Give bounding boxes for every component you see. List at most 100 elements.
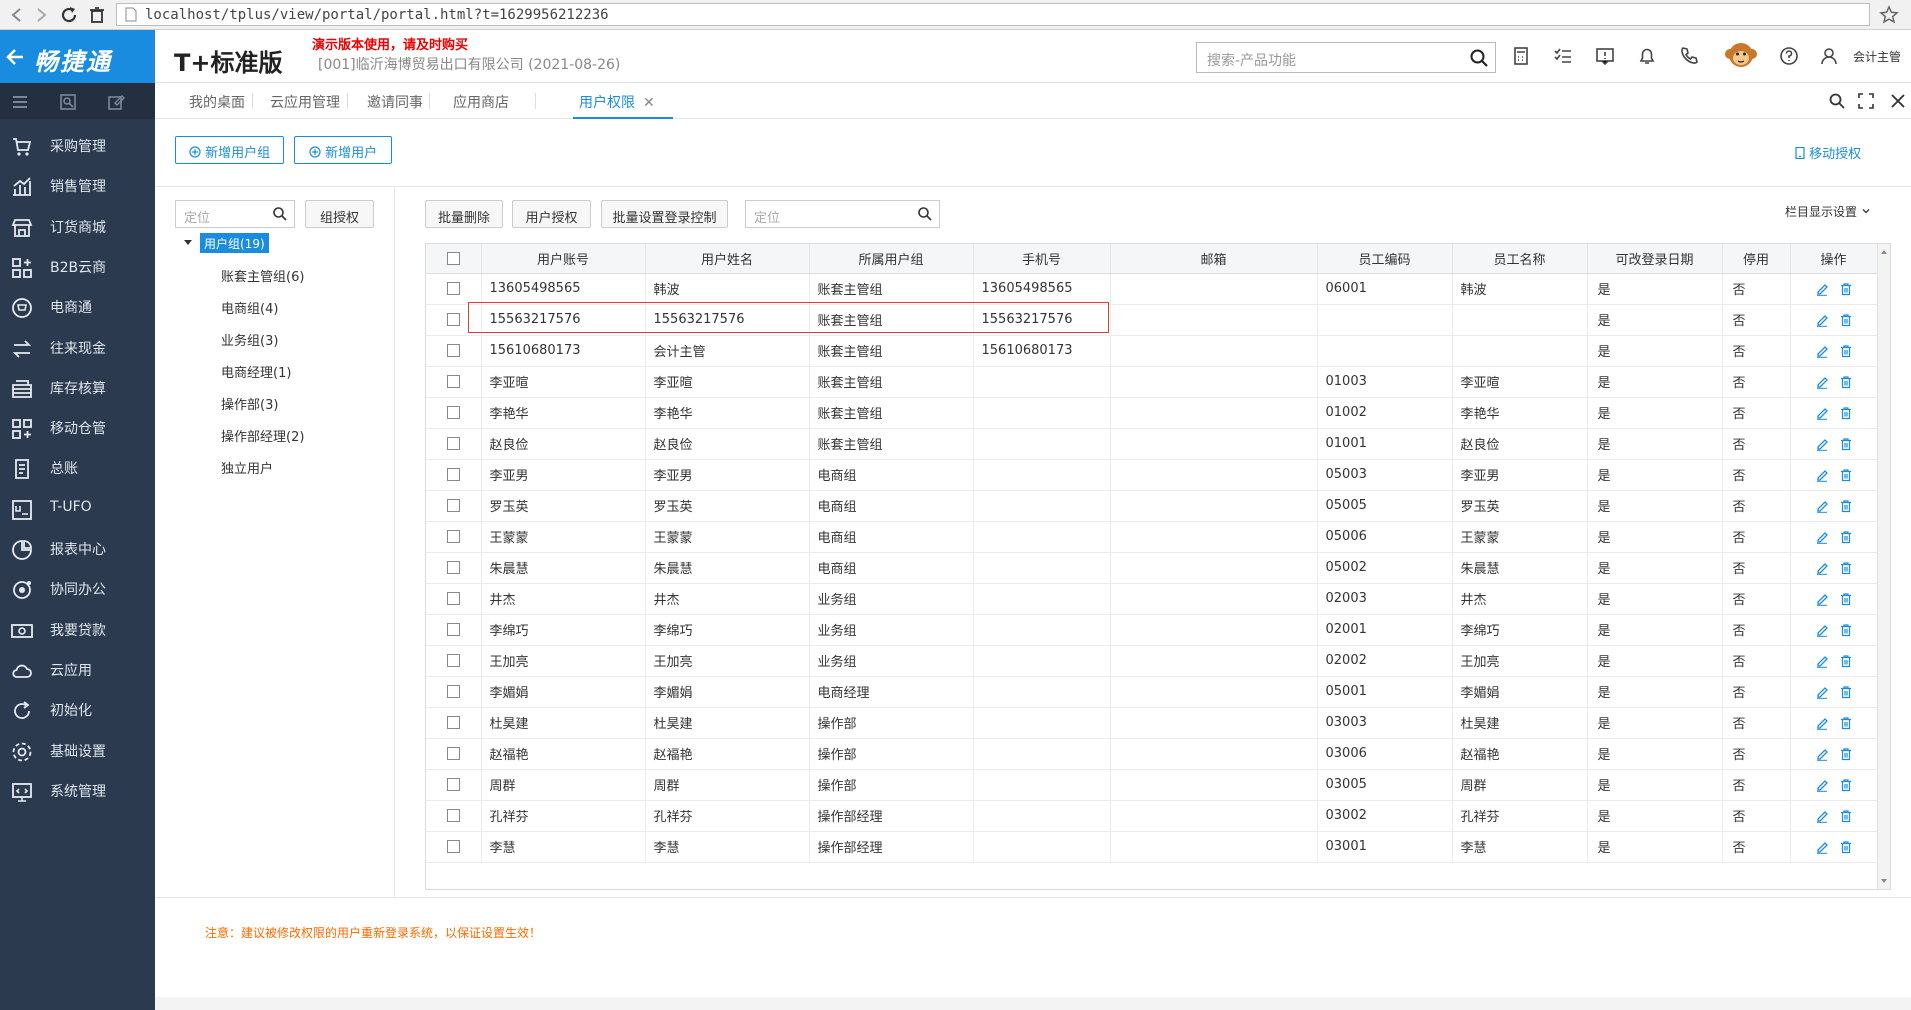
tree-node[interactable]: 独立用户 — [221, 458, 273, 477]
edit-icon[interactable] — [1815, 313, 1829, 327]
edit-icon[interactable] — [1815, 344, 1829, 358]
row-checkbox[interactable] — [446, 313, 460, 326]
sidebar-item[interactable]: B2B云商 — [0, 246, 155, 286]
search-icon[interactable] — [1469, 48, 1489, 68]
select-all-checkbox[interactable] — [446, 251, 460, 265]
search-icon[interactable] — [1828, 92, 1846, 110]
edit-icon[interactable] — [1815, 468, 1829, 482]
sidebar-item[interactable]: 订货商城 — [0, 206, 155, 246]
trash-icon[interactable] — [86, 4, 108, 26]
table-search-input[interactable]: 定位 — [745, 200, 940, 228]
scroll-up-icon[interactable] — [1880, 248, 1888, 256]
row-checkbox[interactable] — [446, 623, 460, 636]
row-checkbox[interactable] — [446, 654, 460, 667]
tree-node[interactable]: 账套主管组(6) — [221, 266, 304, 285]
tab-invite[interactable]: 邀请同事 — [367, 83, 423, 119]
monkey-avatar-icon[interactable] — [1724, 39, 1758, 73]
sidebar-item[interactable]: 系统管理 — [0, 770, 155, 810]
back-arrow-icon[interactable] — [6, 4, 28, 26]
forward-arrow-icon[interactable] — [30, 4, 52, 26]
row-checkbox[interactable] — [446, 344, 460, 357]
column-header[interactable]: 用户账号 — [481, 244, 646, 274]
row-checkbox[interactable] — [446, 561, 460, 574]
group-auth-button[interactable]: 组授权 — [305, 200, 374, 228]
column-header[interactable]: 员工编码 — [1317, 244, 1453, 274]
edit-icon[interactable] — [1815, 282, 1829, 296]
sidebar-item[interactable]: 采购管理 — [0, 125, 155, 165]
calculator-icon[interactable] — [1510, 45, 1532, 67]
table-row[interactable]: 李亚暄 李亚暄 账套主管组 01003 李亚暄是否 — [426, 366, 1878, 398]
delete-icon[interactable] — [1839, 313, 1853, 327]
delete-icon[interactable] — [1839, 747, 1853, 761]
tab-user-permissions[interactable]: 用户权限 ✕ — [573, 83, 673, 119]
column-settings-button[interactable]: 栏目显示设置 — [1785, 203, 1871, 220]
edit-icon[interactable] — [1815, 592, 1829, 606]
table-row[interactable]: 李绵巧 李绵巧 业务组 02001 李绵巧是否 — [426, 614, 1878, 646]
edit-icon[interactable] — [1815, 778, 1829, 792]
add-user-button[interactable]: 新增用户 — [294, 136, 392, 164]
table-row[interactable]: 13605498565 韩波 账套主管组 13605498565 06001 韩波是否 — [426, 273, 1878, 305]
delete-icon[interactable] — [1839, 623, 1853, 637]
tree-search-input[interactable]: 定位 — [175, 200, 295, 228]
tree-node[interactable]: 电商组(4) — [221, 298, 278, 317]
edit-menu-icon[interactable] — [106, 92, 126, 112]
row-checkbox[interactable] — [446, 778, 460, 791]
add-user-group-button[interactable]: 新增用户组 — [175, 136, 284, 164]
sidebar-item[interactable]: 初始化 — [0, 689, 155, 729]
table-row[interactable]: 井杰 井杰 业务组 02003 井杰是否 — [426, 583, 1878, 615]
sidebar-item[interactable]: 往来现金 — [0, 327, 155, 367]
delete-icon[interactable] — [1839, 654, 1853, 668]
row-checkbox[interactable] — [446, 716, 460, 729]
batch-login-control-button[interactable]: 批量设置登录控制 — [601, 200, 728, 228]
sidebar-item[interactable]: 基础设置 — [0, 730, 155, 770]
message-icon[interactable] — [1594, 45, 1616, 67]
address-bar[interactable]: localhost/tplus/view/portal/portal.html?… — [116, 3, 1870, 26]
batch-delete-button[interactable]: 批量删除 — [425, 200, 503, 228]
row-checkbox[interactable] — [446, 840, 460, 853]
scroll-down-icon[interactable] — [1880, 877, 1888, 885]
user-icon[interactable] — [1818, 45, 1840, 67]
edit-icon[interactable] — [1815, 375, 1829, 389]
delete-icon[interactable] — [1839, 592, 1853, 606]
search-menu-icon[interactable] — [58, 92, 78, 112]
tree-node[interactable]: 业务组(3) — [221, 330, 278, 349]
tree-root-node[interactable]: 用户组(19) — [200, 233, 269, 253]
edit-icon[interactable] — [1815, 623, 1829, 637]
bell-icon[interactable] — [1636, 45, 1658, 67]
sidebar-item[interactable]: 移动仓管 — [0, 407, 155, 447]
table-row[interactable]: 孔祥芬 孔祥芬 操作部经理 03002 孔祥芬是否 — [426, 800, 1878, 832]
delete-icon[interactable] — [1839, 809, 1853, 823]
table-row[interactable]: 李慧 李慧 操作部经理 03001 李慧是否 — [426, 831, 1878, 863]
sidebar-item[interactable]: 我要贷款 — [0, 609, 155, 649]
column-header[interactable]: 员工名称 — [1452, 244, 1588, 274]
row-checkbox[interactable] — [446, 282, 460, 295]
table-row[interactable]: 杜昊建 杜昊建 操作部 03003 杜昊建是否 — [426, 707, 1878, 739]
tree-node[interactable]: 操作部经理(2) — [221, 426, 304, 445]
edit-icon[interactable] — [1815, 809, 1829, 823]
mobile-auth-link[interactable]: 移动授权 — [1795, 143, 1861, 162]
delete-icon[interactable] — [1839, 282, 1853, 296]
delete-icon[interactable] — [1839, 530, 1853, 544]
delete-icon[interactable] — [1839, 468, 1853, 482]
row-checkbox[interactable] — [446, 592, 460, 605]
edit-icon[interactable] — [1815, 685, 1829, 699]
back-arrow-icon[interactable] — [4, 46, 26, 68]
delete-icon[interactable] — [1839, 716, 1853, 730]
product-search-input[interactable]: 搜索-产品功能 — [1196, 42, 1496, 73]
sidebar-item[interactable]: 库存核算 — [0, 367, 155, 407]
row-checkbox[interactable] — [446, 437, 460, 450]
delete-icon[interactable] — [1839, 778, 1853, 792]
edit-icon[interactable] — [1815, 716, 1829, 730]
tab-cloud-apps[interactable]: 云应用管理 — [270, 83, 340, 119]
sidebar-item[interactable]: T-UFO — [0, 488, 155, 528]
sidebar-item[interactable]: 销售管理 — [0, 165, 155, 205]
table-row[interactable]: 王蒙蒙 王蒙蒙 电商组 05006 王蒙蒙是否 — [426, 521, 1878, 553]
table-row[interactable]: 李媚娟 李媚娟 电商经理 05001 李媚娟是否 — [426, 676, 1878, 708]
table-scrollbar[interactable] — [1877, 244, 1890, 889]
row-checkbox[interactable] — [446, 499, 460, 512]
delete-icon[interactable] — [1839, 840, 1853, 854]
column-header[interactable]: 邮箱 — [1110, 244, 1318, 274]
table-row[interactable]: 赵福艳 赵福艳 操作部 03006 赵福艳是否 — [426, 738, 1878, 770]
demo-warning[interactable]: 演示版本使用，请及时购买 — [312, 34, 468, 53]
edit-icon[interactable] — [1815, 437, 1829, 451]
